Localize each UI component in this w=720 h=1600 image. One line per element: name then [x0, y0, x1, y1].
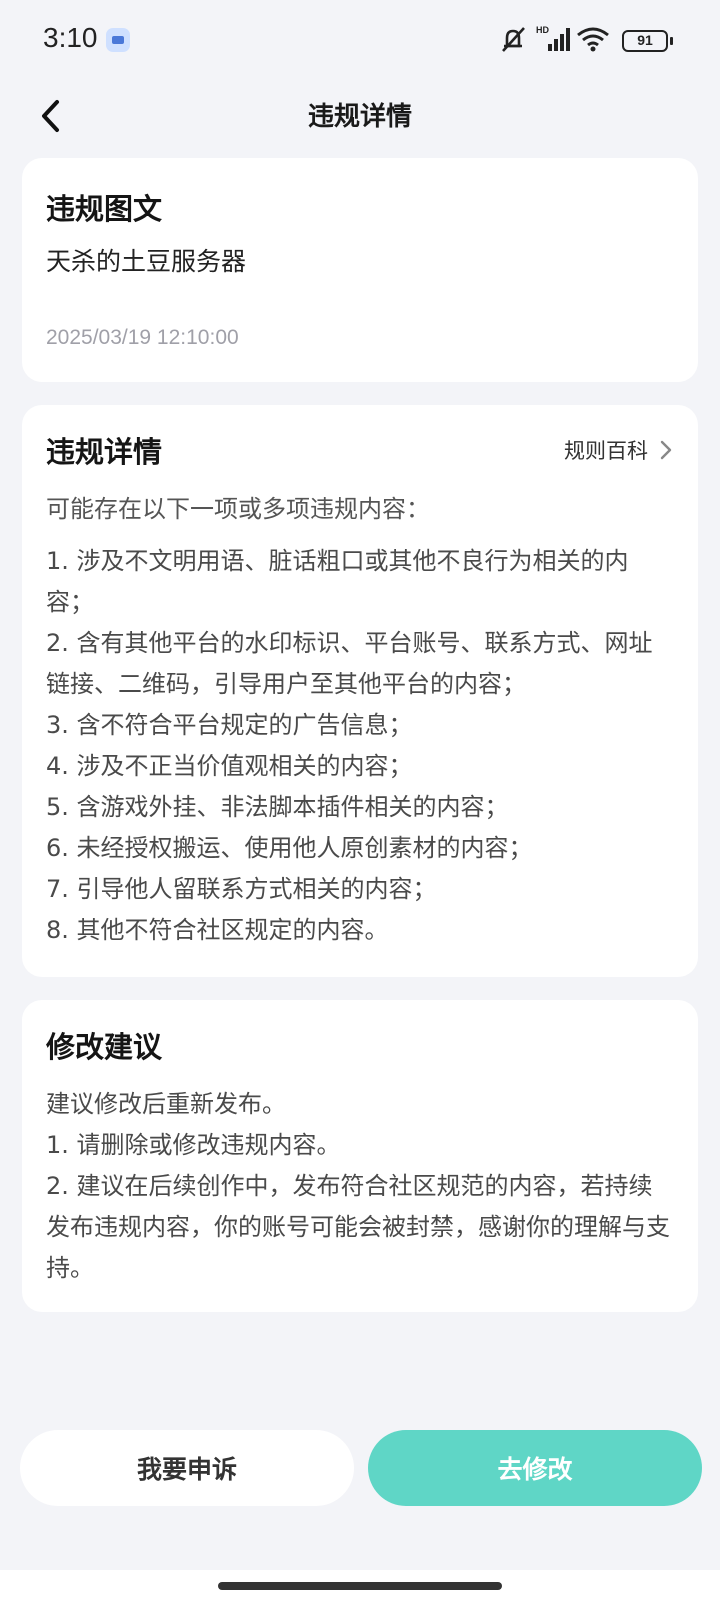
status-icons: HD 91 [498, 24, 673, 56]
battery-icon: 91 [622, 30, 673, 52]
post-content[interactable]: 天杀的土豆服务器 [46, 242, 246, 278]
cellular-signal-icon: HD [536, 25, 570, 51]
list-item: 2. 含有其他平台的水印标识、平台账号、联系方式、网址链接、二维码，引导用户至其… [46, 629, 653, 698]
modify-button[interactable]: 去修改 [368, 1430, 702, 1506]
list-item: 1. 涉及不文明用语、脏话粗口或其他不良行为相关的内容； [46, 547, 629, 616]
violation-details-card: 违规详情 规则百科 可能存在以下一项或多项违规内容： 1. 涉及不文明用语、脏话… [22, 405, 698, 977]
mute-icon [502, 27, 525, 52]
svg-text:HD: HD [536, 25, 549, 35]
status-time: 3:10 [43, 22, 98, 53]
details-card-title: 违规详情 [46, 435, 163, 469]
advice-card-title: 修改建议 [46, 1030, 163, 1064]
chevron-right-icon [660, 440, 672, 460]
advice-line: 建议修改后重新发布。 [46, 1090, 286, 1118]
violation-list: 1. 涉及不文明用语、脏话粗口或其他不良行为相关的内容； 2. 含有其他平台的水… [46, 541, 676, 951]
violation-detail-screen: 3:10 HD 91 违规详情 违规图文 天杀的土豆服务器 2025/03/19… [0, 0, 720, 1600]
advice-line: 1. 请删除或修改违规内容。 [46, 1131, 341, 1159]
list-item: 7. 引导他人留联系方式相关的内容； [46, 875, 437, 903]
list-item: 8. 其他不符合社区规定的内容。 [46, 916, 389, 944]
rules-encyclopedia-link[interactable]: 规则百科 [564, 435, 672, 465]
violating-post-card: 违规图文 天杀的土豆服务器 2025/03/19 12:10:00 [22, 158, 698, 382]
status-bar: 3:10 HD 91 [0, 0, 720, 80]
app-notification-icon [106, 28, 130, 52]
post-card-title: 违规图文 [46, 192, 163, 226]
advice-line: 2. 建议在后续创作中，发布符合社区规范的内容，若持续发布违规内容，你的账号可能… [46, 1172, 670, 1282]
post-timestamp: 2025/03/19 12:10:00 [46, 326, 239, 349]
home-indicator[interactable] [218, 1582, 502, 1590]
list-item: 6. 未经授权搬运、使用他人原创素材的内容； [46, 834, 533, 862]
modification-advice-card: 修改建议 建议修改后重新发布。 1. 请删除或修改违规内容。 2. 建议在后续创… [22, 1000, 698, 1312]
rules-link-label: 规则百科 [564, 439, 648, 463]
advice-text: 建议修改后重新发布。 1. 请删除或修改违规内容。 2. 建议在后续创作中，发布… [46, 1084, 676, 1289]
wifi-icon [577, 27, 609, 52]
list-item: 3. 含不符合平台规定的广告信息； [46, 711, 413, 739]
list-item: 4. 涉及不正当价值观相关的内容； [46, 752, 413, 780]
title-bar: 违规详情 [0, 80, 720, 152]
page-title: 违规详情 [307, 102, 412, 132]
details-lead-text: 可能存在以下一项或多项违规内容： [46, 495, 430, 523]
appeal-button[interactable]: 我要申诉 [20, 1430, 354, 1506]
list-item: 5. 含游戏外挂、非法脚本插件相关的内容； [46, 793, 509, 821]
